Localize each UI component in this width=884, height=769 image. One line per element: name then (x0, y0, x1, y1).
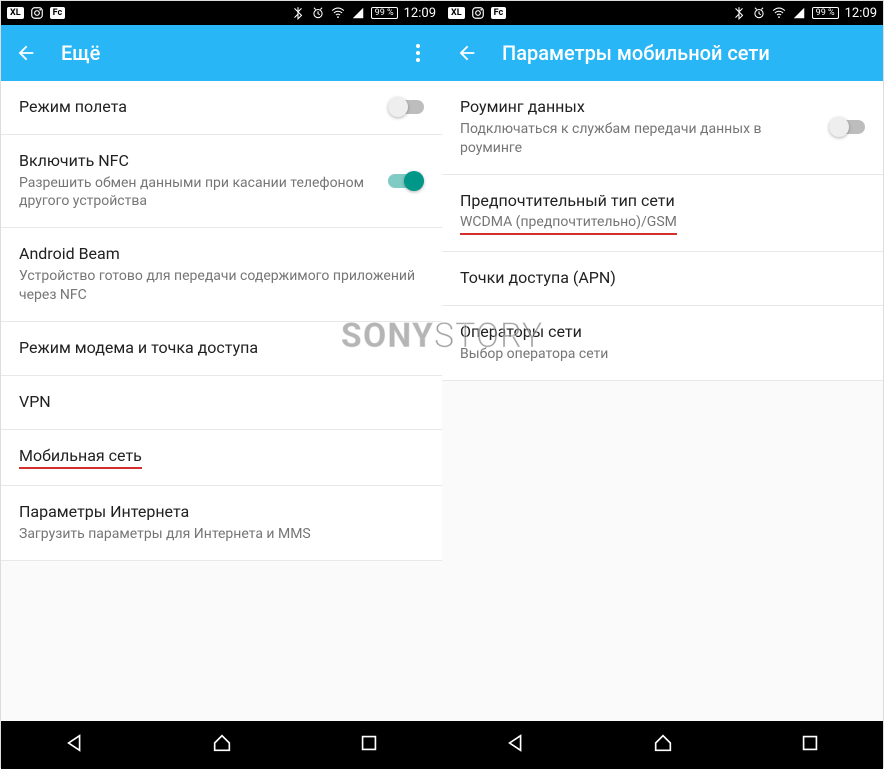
back-icon[interactable] (456, 42, 478, 64)
item-subtitle: Устройство готово для передачи содержимо… (19, 267, 424, 305)
item-network-operators[interactable]: Операторы сети Выбор оператора сети (442, 306, 883, 381)
bluetooth-icon (291, 6, 305, 20)
square-recent-icon (358, 732, 380, 754)
status-bar: XL Fc 99 % 12:09 (1, 1, 442, 25)
app-bar: Ещё (1, 25, 442, 81)
app-bar: Параметры мобильной сети (442, 25, 883, 81)
item-nfc[interactable]: Включить NFC Разрешить обмен данными при… (1, 135, 442, 229)
phone-screen-left: XL Fc 99 % 12:09 Ещё Режим полета (1, 1, 442, 769)
app-badge-icon: Fc (491, 7, 507, 19)
item-vpn[interactable]: VPN (1, 376, 442, 430)
settings-list: Режим полета Включить NFC Разрешить обме… (1, 81, 442, 721)
page-title: Ещё (61, 41, 384, 65)
instagram-icon (30, 6, 44, 20)
back-icon[interactable] (15, 42, 37, 64)
item-title: Режим модема и точка доступа (19, 338, 424, 359)
item-subtitle: Разрешить обмен данными при касании теле… (19, 174, 376, 212)
carrier-badge-icon: XL (7, 7, 24, 19)
app-badge-icon: Fc (50, 7, 66, 19)
nav-back-button[interactable] (44, 722, 106, 768)
item-title: Операторы сети (460, 322, 865, 343)
signal-icon (792, 6, 806, 20)
item-title: Предпочтительный тип сети (460, 191, 865, 212)
square-recent-icon (799, 732, 821, 754)
clock-text: 12:09 (845, 6, 877, 21)
home-icon (652, 732, 674, 754)
clock-text: 12:09 (404, 6, 436, 21)
item-internet-params[interactable]: Параметры Интернета Загрузить параметры … (1, 486, 442, 561)
nav-home-button[interactable] (632, 722, 694, 768)
overflow-menu-icon[interactable] (408, 44, 428, 62)
item-title: Android Beam (19, 244, 424, 265)
nav-back-button[interactable] (485, 722, 547, 768)
status-bar: XL Fc 99 % 12:09 (442, 1, 883, 25)
settings-list: Роуминг данных Подключаться к службам пе… (442, 81, 883, 721)
triangle-back-icon (64, 732, 86, 754)
airplane-switch[interactable] (388, 97, 424, 117)
navigation-bar (1, 721, 442, 769)
item-title: Включить NFC (19, 151, 376, 172)
item-subtitle: WCDMA (предпочтительно)/GSM (460, 213, 677, 235)
triangle-back-icon (505, 732, 527, 754)
item-tethering[interactable]: Режим модема и точка доступа (1, 322, 442, 376)
nav-home-button[interactable] (191, 722, 253, 768)
home-icon (211, 732, 233, 754)
item-preferred-network[interactable]: Предпочтительный тип сети WCDMA (предпоч… (442, 175, 883, 253)
carrier-badge-icon: XL (448, 7, 465, 19)
item-data-roaming[interactable]: Роуминг данных Подключаться к службам пе… (442, 81, 883, 175)
nav-recent-button[interactable] (338, 722, 400, 768)
alarm-icon (311, 6, 325, 20)
item-apn[interactable]: Точки доступа (APN) (442, 252, 883, 306)
item-title: Режим полета (19, 97, 376, 118)
item-subtitle: Подключаться к службам передачи данных в… (460, 120, 817, 158)
item-title: Точки доступа (APN) (460, 268, 865, 289)
item-title: VPN (19, 392, 424, 413)
instagram-icon (471, 6, 485, 20)
item-title: Роуминг данных (460, 97, 817, 118)
wifi-icon (772, 6, 786, 20)
item-airplane-mode[interactable]: Режим полета (1, 81, 442, 135)
roaming-switch[interactable] (829, 117, 865, 137)
page-title: Параметры мобильной сети (502, 41, 869, 65)
battery-icon: 99 % (371, 7, 398, 19)
nav-recent-button[interactable] (779, 722, 841, 768)
item-android-beam[interactable]: Android Beam Устройство готово для перед… (1, 228, 442, 322)
item-title: Параметры Интернета (19, 502, 424, 523)
phone-screen-right: XL Fc 99 % 12:09 Параметры мобильной сет… (442, 1, 883, 769)
item-mobile-network[interactable]: Мобильная сеть (1, 430, 442, 487)
alarm-icon (752, 6, 766, 20)
navigation-bar (442, 721, 883, 769)
item-subtitle: Выбор оператора сети (460, 345, 865, 364)
battery-icon: 99 % (812, 7, 839, 19)
wifi-icon (331, 6, 345, 20)
item-subtitle: Загрузить параметры для Интернета и MMS (19, 525, 424, 544)
nfc-switch[interactable] (388, 171, 424, 191)
signal-icon (351, 6, 365, 20)
bluetooth-icon (732, 6, 746, 20)
item-title: Мобильная сеть (19, 446, 142, 470)
